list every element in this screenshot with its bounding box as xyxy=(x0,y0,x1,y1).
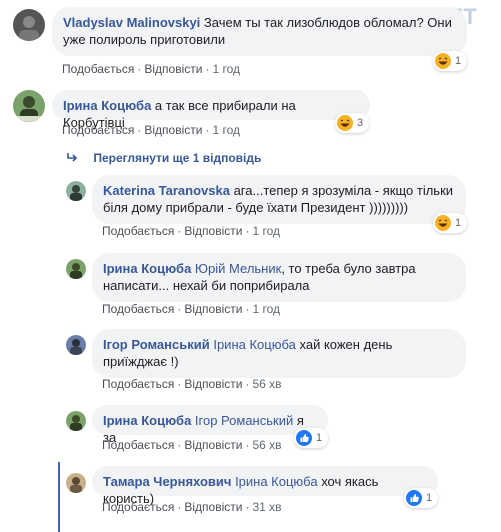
reaction-count: 3 xyxy=(357,117,364,129)
mention-link[interactable]: Юрій Мельник xyxy=(195,261,281,276)
avatar[interactable] xyxy=(13,90,45,122)
like-button[interactable]: Подобається xyxy=(102,377,174,391)
like-button[interactable]: Подобається xyxy=(102,500,174,514)
avatar[interactable] xyxy=(66,259,86,279)
avatar[interactable] xyxy=(66,181,86,201)
mention-link[interactable]: Ірина Коцюба xyxy=(213,337,296,352)
like-button[interactable]: Подобається xyxy=(102,224,174,238)
timestamp[interactable]: 1 год xyxy=(252,302,280,316)
laugh-emoji-icon xyxy=(337,115,353,131)
reaction-badge[interactable]: 3 xyxy=(335,113,370,133)
reaction-badge[interactable]: 1 xyxy=(433,213,468,233)
comment-bubble: Ірина Коцюба а так все прибирали на Корб… xyxy=(52,90,370,130)
reaction-badge[interactable]: 1 xyxy=(404,488,439,508)
like-button[interactable]: Подобається xyxy=(62,62,134,76)
author-name[interactable]: Vladyslav Malinovskyi xyxy=(63,15,200,30)
reaction-count: 1 xyxy=(455,217,462,229)
like-button[interactable]: Подобається xyxy=(62,123,134,137)
mention-link[interactable]: Ірина Коцюба xyxy=(235,474,318,489)
avatar[interactable] xyxy=(66,335,86,355)
reply-button[interactable]: Відповісти xyxy=(184,500,242,514)
laugh-emoji-icon xyxy=(435,215,451,231)
reply-button[interactable]: Відповісти xyxy=(184,438,242,452)
author-name[interactable]: Ірина Коцюба xyxy=(63,98,151,113)
comment-actions: Подобається · Відповісти · 1 год xyxy=(102,224,280,238)
view-more-label: Переглянути ще 1 відповідь xyxy=(93,151,262,165)
like-button[interactable]: Подобається xyxy=(102,438,174,452)
comment-bubble: Тамара Черняхович Ірина Коцюба хоч якась… xyxy=(92,466,438,506)
comment-bubble: Ірина Коцюба Юрій Мельник, то треба було… xyxy=(92,253,466,302)
reply-button[interactable]: Відповісти xyxy=(184,302,242,316)
timestamp[interactable]: 1 год xyxy=(212,123,240,137)
reply-button[interactable]: Відповісти xyxy=(144,123,202,137)
avatar[interactable] xyxy=(66,473,86,493)
comment-actions: Подобається · Відповісти · 1 год xyxy=(102,302,280,316)
comment-bubble: Katerina Taranovska ага...тепер я зрозум… xyxy=(92,175,466,224)
author-name[interactable]: Ігор Романський xyxy=(103,337,210,352)
reply-button[interactable]: Відповісти xyxy=(184,224,242,238)
comment-actions: Подобається · Відповісти · 1 год xyxy=(62,62,240,76)
author-name[interactable]: Ірина Коцюба xyxy=(103,413,191,428)
comment-actions: Подобається · Відповісти · 56 хв xyxy=(102,377,282,391)
avatar[interactable] xyxy=(13,9,45,41)
like-icon xyxy=(406,490,422,506)
like-icon xyxy=(296,430,312,446)
author-name[interactable]: Тамара Черняхович xyxy=(103,474,231,489)
timestamp[interactable]: 1 год xyxy=(252,224,280,238)
comment-bubble: Ірина Коцюба Ігор Романський я за xyxy=(92,405,328,445)
timestamp[interactable]: 1 год xyxy=(212,62,240,76)
timestamp[interactable]: 56 хв xyxy=(252,377,281,391)
author-name[interactable]: Katerina Taranovska xyxy=(103,183,230,198)
comment-actions: Подобається · Відповісти · 56 хв xyxy=(102,438,282,452)
new-reply-indicator xyxy=(58,462,60,532)
reply-button[interactable]: Відповісти xyxy=(144,62,202,76)
reply-button[interactable]: Відповісти xyxy=(184,377,242,391)
reaction-badge[interactable]: 1 xyxy=(294,428,329,448)
author-name[interactable]: Ірина Коцюба xyxy=(103,261,191,276)
reply-arrow-icon xyxy=(66,151,80,165)
mention-link[interactable]: Ігор Романський xyxy=(195,413,293,428)
timestamp[interactable]: 56 хв xyxy=(252,438,281,452)
reaction-count: 1 xyxy=(316,432,323,444)
like-button[interactable]: Подобається xyxy=(102,302,174,316)
reaction-count: 1 xyxy=(455,55,462,67)
laugh-emoji-icon xyxy=(435,53,451,69)
reaction-count: 1 xyxy=(426,492,433,504)
comment-actions: Подобається · Відповісти · 31 хв xyxy=(102,500,282,514)
avatar[interactable] xyxy=(66,411,86,431)
comment-bubble: Vladyslav Malinovskyi Зачем ты так лизоб… xyxy=(52,7,467,56)
view-more-replies-link[interactable]: Переглянути ще 1 відповідь xyxy=(66,151,261,165)
comment-bubble: Ігор Романський Ірина Коцюба хай кожен д… xyxy=(92,329,466,378)
timestamp[interactable]: 31 хв xyxy=(252,500,281,514)
reaction-badge[interactable]: 1 xyxy=(433,51,468,71)
comment-actions: Подобається · Відповісти · 1 год xyxy=(62,123,240,137)
